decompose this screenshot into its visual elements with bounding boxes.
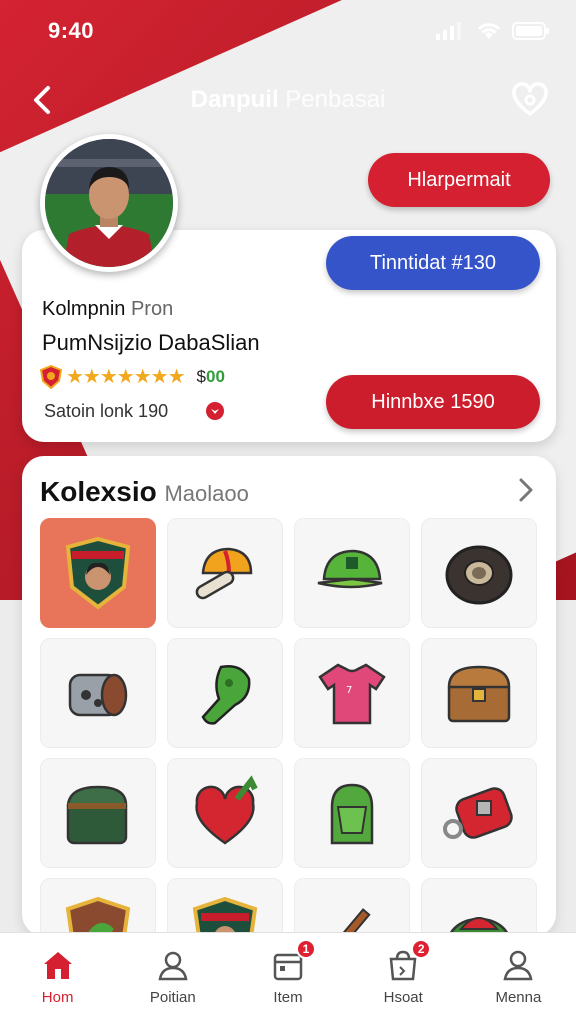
price-prefix: $ [196,366,206,386]
tab-menu[interactable]: Menna [461,933,576,1024]
user-icon [503,950,533,981]
collection-title-main: Kolexsio [40,476,157,507]
profile-label-suffix: Pron [130,298,174,320]
avatar-photo [45,139,173,267]
battery-icon [512,22,549,40]
collection-more-button[interactable] [512,474,540,506]
rating-stars: ★★★★★★★ [66,366,186,388]
tab-home-label: Hom [41,989,74,1006]
shield-portrait-icon [192,896,258,936]
pink-jersey-icon: 7 [318,663,386,725]
rating-row: ★★★★★★★ $00 [40,364,225,389]
tab-item-badge: 1 [296,939,316,959]
bottom-tab-bar: Hom Poitian 1 Item 2 Hsoat Menna [0,932,576,1024]
favorite-button[interactable] [508,78,552,122]
collection-item-green-chest[interactable] [40,758,156,868]
collection-item-green-helmet[interactable] [294,758,410,868]
tab-shop-label: Hsoat [383,989,423,1006]
player-portrait-icon [45,139,173,267]
collection-item-red-guitar[interactable] [294,878,410,936]
back-button[interactable] [22,80,62,120]
collection-card: Kolexsio Maolaoo 7 [22,456,556,936]
shield-leaf-icon [65,896,131,936]
collection-title-suffix: Maolaoo [164,481,249,506]
badge-shield-icon [65,536,131,610]
page-title-bold: Danpuil [190,86,279,113]
shield-badge-icon [40,364,62,389]
collection-item-green-cap[interactable] [294,518,410,628]
home-icon [43,952,72,979]
profile-label: Kolmpnin Pron [42,298,173,321]
signal-icon [436,22,461,40]
tab-position-label: Poitian [149,989,196,1006]
collection-item-pink-jersey[interactable]: 7 [294,638,410,748]
collection-item-green-melon[interactable] [421,878,537,936]
tab-home[interactable]: Hom [0,933,115,1024]
tab-position[interactable]: Poitian [115,933,230,1024]
red-heart-icon [195,775,258,845]
collection-item-shield-leaf[interactable] [40,878,156,936]
top-action-button[interactable]: Hlarpermait [368,153,550,207]
tab-item[interactable]: 1 Item [230,933,345,1024]
cap-bat-icon [195,547,253,600]
treasure-chest-icon [447,665,511,723]
rank-blue-button[interactable]: Tinntidat #130 [326,236,540,290]
rank-text: Satoin lonk 190 [44,400,169,421]
svg-text:7: 7 [346,685,352,696]
collection-item-tire[interactable] [421,518,537,628]
chevron-left-icon [34,86,50,114]
red-lock-icon [443,787,513,839]
collection-item-red-lock[interactable] [421,758,537,868]
tire-icon [445,545,513,605]
status-icons [436,21,550,41]
collection-title: Kolexsio Maolaoo [40,476,249,508]
collection-item-treasure-chest[interactable] [421,638,537,748]
top-header: Danpuil Penbasai [0,72,576,128]
collection-grid: 7 [40,518,540,936]
brown-wheel-icon [68,673,128,717]
green-helmet-icon [330,783,374,845]
page-title: Danpuil Penbasai [191,86,386,114]
price-amount: 00 [205,366,225,386]
collection-item-shield-portrait[interactable] [167,878,283,936]
green-chest-icon [66,785,128,845]
profile-name: PumNsijzio DabaSlian [42,330,260,355]
tab-menu-label: Menna [495,989,542,1006]
price-red-button[interactable]: Hinnbxe 1590 [326,375,540,429]
red-guitar-icon [333,908,371,936]
rank-row: Satoin lonk 190 [44,400,226,422]
collection-item-badge-shield[interactable] [40,518,156,628]
green-horn-icon [201,665,251,725]
collection-item-cap-bat[interactable] [167,518,283,628]
price-value: $00 [197,367,225,387]
heart-icon [512,82,548,116]
collection-item-green-horn[interactable] [167,638,283,748]
chevron-right-icon [519,478,533,502]
avatar[interactable] [40,134,178,272]
profile-label-main: Kolmpnin [42,298,126,320]
tab-shop-badge: 2 [411,939,432,959]
tab-item-label: Item [273,989,303,1006]
page-title-rest: Penbasai [285,86,386,113]
green-cap-icon [317,549,383,589]
green-melon-icon [448,917,510,936]
collection-item-brown-wheel[interactable] [40,638,156,748]
status-time: 9:40 [48,18,95,43]
tab-shop[interactable]: 2 Hsoat [346,933,461,1024]
collection-item-red-heart[interactable] [167,758,283,868]
wifi-icon [477,23,501,39]
rank-flag-icon[interactable] [204,400,226,422]
status-bar: 9:40 [0,0,576,62]
players-icon [158,951,188,981]
